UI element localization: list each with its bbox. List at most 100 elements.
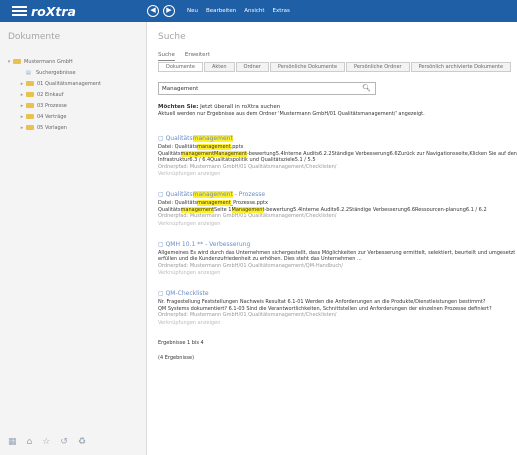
tab-files[interactable]: Akten <box>203 62 235 72</box>
tab-personal-documents[interactable]: Persönliche Dokumente <box>269 62 346 72</box>
text-segment: Qualitäts <box>165 135 193 142</box>
text-segment: QM Systems dokumentiert? 6.1-03 Sind die… <box>158 305 492 312</box>
recycle-icon[interactable]: ♻ <box>78 437 86 447</box>
menu-view[interactable]: Ansicht <box>244 8 264 14</box>
history-icon[interactable]: ↺ <box>60 437 68 447</box>
search-result: ▢ Qualitätsmanagement - Prozesse Datei: Q… <box>158 191 517 228</box>
result-title-link[interactable]: ▢ Qualitätsmanagement <box>158 135 517 144</box>
document-icon: ▢ <box>158 191 166 198</box>
search-input[interactable]: Management 🔍︎ <box>158 82 376 95</box>
text-segment: -bewertung5.4Interne Audits6.2.2Ständige… <box>264 206 487 213</box>
menu-new[interactable]: Neu <box>187 8 198 14</box>
folder-icon <box>26 125 34 130</box>
expand-toggle-icon[interactable]: ▸ <box>18 92 26 98</box>
sidebar-item[interactable]: ▸ 05 Vorlagen <box>0 122 146 133</box>
search-mode-tabs: Suche Erweitert <box>158 52 517 61</box>
tree-view-icon[interactable]: ▦ <box>8 437 17 447</box>
sidebar-item-label: 04 Verträge <box>37 113 67 120</box>
sidebar-toolbar: ▦ ⌂ ☆ ↺ ♻ <box>0 429 147 455</box>
text-segment: Seite 1 <box>214 206 232 213</box>
search-results-icon: ▤ <box>26 69 31 76</box>
highlight-match: Management <box>231 206 265 213</box>
result-folder-path: Ordnerpfad: Mustermann GmbH/01 Qualitäts… <box>158 213 337 219</box>
page-title: Suche <box>158 32 186 42</box>
expand-toggle-icon[interactable]: ▸ <box>18 81 26 87</box>
sidebar-item[interactable]: ▸ 04 Verträge <box>0 111 146 122</box>
text-segment: Allgemeines Es wird durch das Unternehme… <box>158 249 517 256</box>
highlight-match: management <box>192 191 233 198</box>
folder-icon <box>26 81 34 86</box>
tab-advanced[interactable]: Erweitert <box>185 52 210 61</box>
expand-toggle-icon[interactable]: ▸ <box>18 103 26 109</box>
tab-personal-archived[interactable]: Persönlich archivierte Dokumente <box>410 62 512 72</box>
show-links-link[interactable]: Verknüpfungen anzeigen <box>158 270 517 277</box>
app-title: roXtra <box>31 3 76 19</box>
result-folder-path: Ordnerpfad: Mustermann GmbH/01 Qualitäts… <box>158 312 337 318</box>
sidebar-item[interactable]: ▤ Suchergebnisse <box>0 67 146 78</box>
folder-icon <box>26 114 34 119</box>
show-links-link[interactable]: Verknüpfungen anzeigen <box>158 320 517 327</box>
sidebar-item[interactable]: ▾ Mustermann GmbH <box>0 56 146 67</box>
result-title-link[interactable]: ▢ QM-Checkliste <box>158 290 517 299</box>
text-segment: .pptx <box>230 144 244 150</box>
expand-toggle-icon[interactable]: ▸ <box>18 114 26 120</box>
folder-icon <box>13 59 21 64</box>
highlight-match: management <box>180 206 215 213</box>
result-folder-path: Ordnerpfad: Mustermann GmbH/01 Qualitäts… <box>158 163 337 170</box>
home-icon[interactable]: ⌂ <box>27 437 33 447</box>
tab-search[interactable]: Suche <box>158 52 175 61</box>
document-icon: ▢ <box>158 240 166 248</box>
sidebar-item[interactable]: ▸ 02 Einkauf <box>0 89 146 100</box>
results-total: (4 Ergebnisse) <box>158 354 195 361</box>
result-title-link[interactable]: ▢ QMH 10.1 ** - Verbesserung <box>158 241 517 250</box>
sidebar-title: Dokumente <box>8 32 61 42</box>
document-icon: ▢ <box>158 290 166 297</box>
result-title-link[interactable]: ▢ Qualitätsmanagement - Prozesse <box>158 191 517 200</box>
text-segment: Qualitäts <box>158 150 181 157</box>
forward-icon[interactable]: ▶ <box>163 5 175 17</box>
search-result: ▢ Qualitätsmanagement Datei: Qualitätsman… <box>158 135 517 178</box>
roxtra-app: roXtra ◀ ▶ Neu Bearbeiten Ansicht Extras… <box>0 0 517 455</box>
sidebar-item-label: 03 Prozesse <box>37 102 67 109</box>
sidebar-item[interactable]: ▸ 03 Prozesse <box>0 100 146 111</box>
search-query: Management <box>162 86 199 92</box>
sidebar-item-label: 01 Qualitätsmanagement <box>37 80 101 87</box>
sidebar-item-label: Suchergebnisse <box>36 69 76 76</box>
hint-label: Möchten Sie: <box>158 104 199 110</box>
back-icon[interactable]: ◀ <box>147 5 159 17</box>
folder-icon <box>26 103 34 108</box>
text-segment: -bewertung5.4Interne Audits6.2.2Ständige… <box>246 150 517 157</box>
sidebar-item[interactable]: ▸ 01 Qualitätsmanagement <box>0 78 146 89</box>
text-segment: Nr. Fragestellung Feststellungen Nachwei… <box>158 299 486 305</box>
app-logo[interactable]: roXtra <box>0 4 147 19</box>
text-segment: _Prozesse.pptx <box>230 200 268 206</box>
menu-extras[interactable]: Extras <box>273 8 290 14</box>
menu-edit[interactable]: Bearbeiten <box>206 8 236 14</box>
highlight-match: managementManagement <box>180 150 247 157</box>
show-links-link[interactable]: Verknüpfungen anzeigen <box>158 171 517 178</box>
folder-icon <box>26 92 34 97</box>
search-everywhere-link[interactable]: Jetzt überall in roXtra suchen <box>200 104 280 110</box>
text-segment: Qualitäts <box>158 206 181 213</box>
results-list: ▢ Qualitätsmanagement Datei: Qualitätsman… <box>158 135 517 327</box>
highlight-match: management <box>197 200 231 206</box>
results-range: Ergebnisse 1 bis 4 <box>158 339 204 346</box>
expand-toggle-icon[interactable]: ▸ <box>18 125 26 131</box>
sidebar-item-label: 05 Vorlagen <box>37 124 67 131</box>
text-segment: Qualitäts <box>165 191 193 198</box>
sidebar-item-label: 02 Einkauf <box>37 91 64 98</box>
text-segment: QMH 10.1 ** - Verbesserung <box>165 240 251 248</box>
search-panel: Suche Suche Erweitert Dokumente Akten Or… <box>147 22 517 455</box>
folder-tree: ▾ Mustermann GmbH ▤ Suchergebnisse ▸ 01 Quali… <box>0 56 146 133</box>
expand-toggle-icon[interactable]: ▾ <box>5 59 13 65</box>
tab-documents[interactable]: Dokumente <box>158 62 203 72</box>
text-segment: - Prozesse <box>232 191 266 198</box>
text-segment: Datei: Qualitäts <box>158 144 198 150</box>
top-bar: roXtra ◀ ▶ Neu Bearbeiten Ansicht Extras <box>0 0 517 22</box>
tab-personal-folders[interactable]: Persönliche Ordner <box>346 62 410 72</box>
highlight-match: management <box>197 144 231 150</box>
search-icon[interactable]: 🔍︎ <box>362 84 371 92</box>
show-links-link[interactable]: Verknüpfungen anzeigen <box>158 221 517 228</box>
tab-folders[interactable]: Ordner <box>235 62 269 72</box>
favorites-icon[interactable]: ☆ <box>42 437 50 447</box>
